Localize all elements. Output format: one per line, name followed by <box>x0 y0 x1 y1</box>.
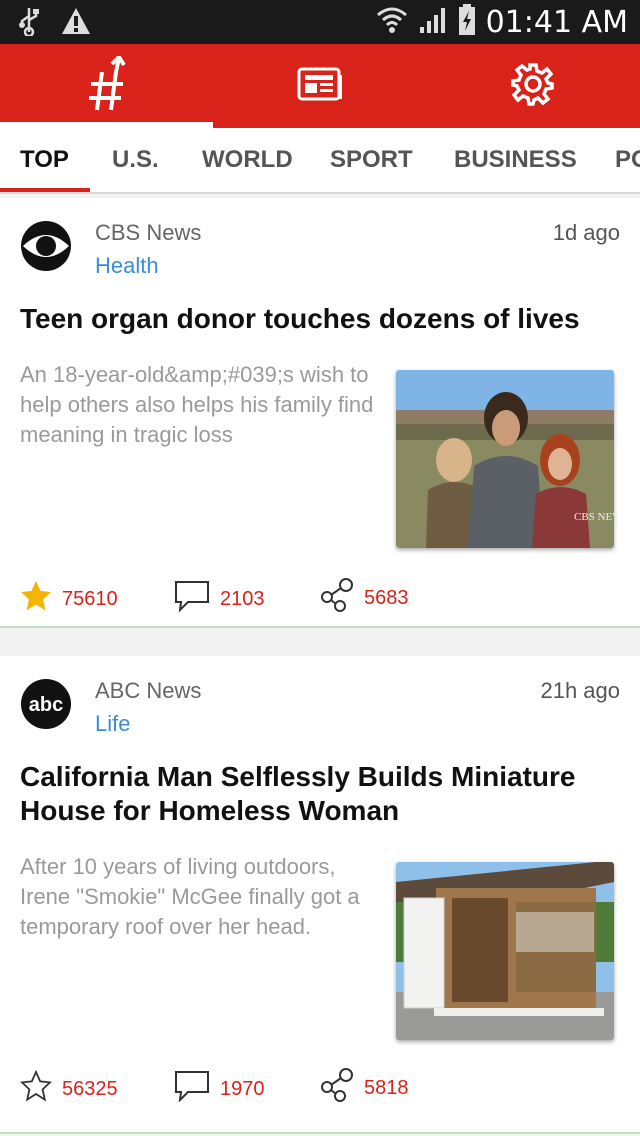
article-time: 21h ago <box>540 678 620 703</box>
wifi-icon <box>376 5 408 40</box>
comment-count: 1970 <box>220 1077 265 1100</box>
article-image[interactable] <box>396 862 614 1040</box>
article-summary: An 18-year-old&amp;#039;s wish to help o… <box>20 362 374 447</box>
like-count: 75610 <box>62 587 118 610</box>
article-headline[interactable]: California Man Selflessly Builds Miniatu… <box>20 760 620 828</box>
like-count: 56325 <box>62 1077 118 1100</box>
article-card[interactable]: CBS News Health 1d ago Teen organ donor … <box>0 198 640 628</box>
tab-world[interactable]: WORLD <box>202 128 293 192</box>
tab-top[interactable]: TOP <box>20 128 69 192</box>
category-tabs: TOP U.S. WORLD SPORT BUSINESS PO <box>0 128 640 194</box>
category-underline <box>0 188 90 192</box>
like-stat[interactable]: 75610 <box>20 580 118 618</box>
app-bar <box>0 44 640 128</box>
clock-time: 01:41 AM <box>485 4 628 40</box>
star-filled-icon <box>20 580 52 618</box>
newspaper-icon <box>297 67 343 106</box>
gear-icon <box>510 62 555 111</box>
article-image[interactable]: CBS NEWS <box>396 370 614 548</box>
tab-settings[interactable] <box>426 44 639 128</box>
tab-news[interactable] <box>213 44 426 128</box>
article-source: ABC News <box>95 678 202 703</box>
comment-icon <box>174 1070 210 1108</box>
share-stat[interactable]: 5818 <box>320 1068 409 1108</box>
share-icon <box>320 1068 354 1108</box>
tab-politics[interactable]: PO <box>615 128 640 192</box>
warning-icon <box>60 6 92 41</box>
share-count: 5818 <box>364 1076 409 1099</box>
share-stat[interactable]: 5683 <box>320 578 409 618</box>
article-card[interactable]: abc ABC News Life 21h ago California Man… <box>0 656 640 1134</box>
abc-logo: abc <box>20 678 72 730</box>
usb-icon <box>18 6 40 41</box>
article-headline[interactable]: Teen organ donor touches dozens of lives <box>20 302 620 336</box>
article-source: CBS News <box>95 220 202 245</box>
tab-sport[interactable]: SPORT <box>330 128 413 192</box>
article-time: 1d ago <box>552 220 620 245</box>
battery-charging-icon <box>458 3 476 41</box>
comment-stat[interactable]: 2103 <box>174 580 265 618</box>
share-count: 5683 <box>364 586 409 609</box>
article-section[interactable]: Life <box>95 711 130 737</box>
share-icon <box>320 578 354 618</box>
comment-stat[interactable]: 1970 <box>174 1070 265 1108</box>
cbs-logo <box>20 220 72 272</box>
tab-us[interactable]: U.S. <box>112 128 159 192</box>
signal-icon <box>418 5 448 40</box>
tab-business[interactable]: BUSINESS <box>454 128 577 192</box>
hashtag-icon <box>87 53 127 117</box>
article-summary: After 10 years of living outdoors, Irene… <box>20 854 360 939</box>
article-section[interactable]: Health <box>95 253 159 279</box>
cbs-watermark: CBS NEWS <box>574 511 614 523</box>
svg-text:abc: abc <box>29 694 63 716</box>
tab-trending[interactable] <box>0 44 213 128</box>
comment-count: 2103 <box>220 587 265 610</box>
like-stat[interactable]: 56325 <box>19 1069 118 1108</box>
star-outline-icon <box>19 1069 53 1108</box>
status-bar: 01:41 AM <box>0 0 640 44</box>
comment-icon <box>174 580 210 618</box>
